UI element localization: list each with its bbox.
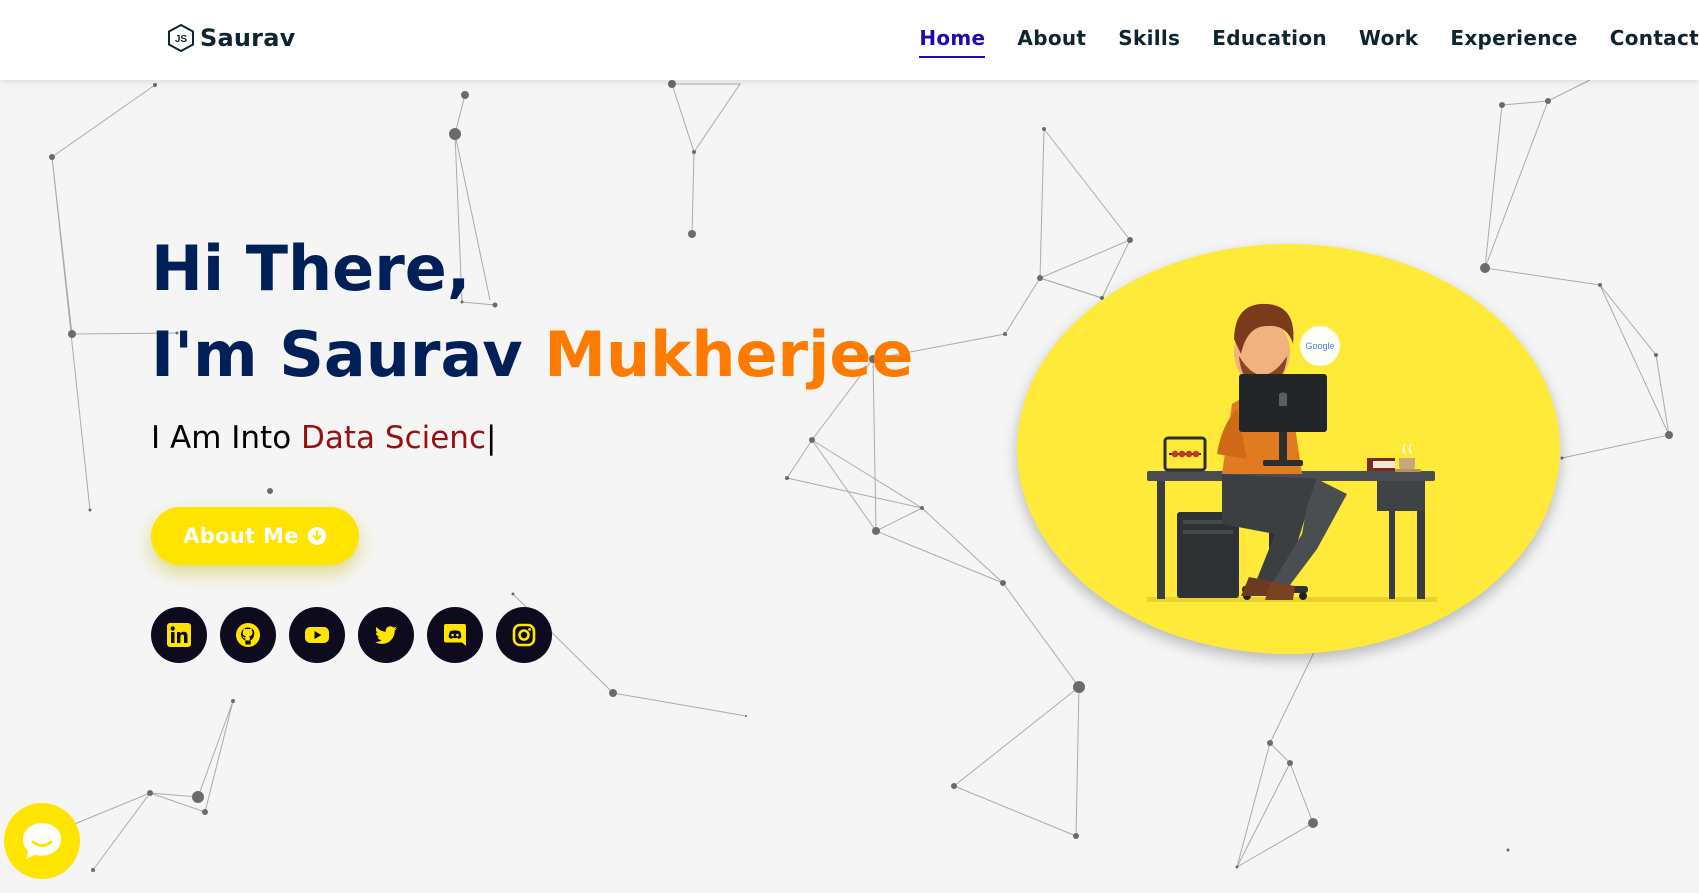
instagram-icon (512, 623, 536, 647)
brand-name: Saurav (200, 24, 296, 52)
typed-role-text: I Am Into Data Scienc| (151, 420, 913, 456)
youtube-icon (305, 627, 329, 643)
typing-cursor: | (486, 420, 497, 456)
nav-link-about[interactable]: About (1017, 26, 1086, 58)
chat-bubble-icon (23, 823, 61, 859)
nav-link-experience[interactable]: Experience (1450, 26, 1577, 58)
typed-value: Data Scienc (301, 420, 487, 456)
typed-prefix: I Am Into (151, 420, 302, 456)
hero-name: I'm Saurav Mukherjee (151, 324, 913, 386)
brand-logo[interactable]: JS Saurav (168, 24, 295, 52)
about-me-button-label: About Me (183, 524, 299, 548)
github-link[interactable] (220, 607, 276, 663)
nav-link-contact[interactable]: Contact (1610, 26, 1699, 58)
social-links (151, 607, 552, 663)
hero-greeting: Hi There, (151, 232, 471, 305)
navbar: JS Saurav Home About Skills Education Wo… (0, 0, 1699, 80)
nodejs-hexagon-icon: JS (168, 24, 194, 52)
hero-first-name: I'm Saurav (151, 318, 545, 391)
hero-illustration: Google (1017, 244, 1560, 654)
nav-link-education[interactable]: Education (1212, 26, 1327, 58)
chat-widget-button[interactable] (4, 803, 80, 879)
developer-at-desk-illustration: Google (1147, 303, 1437, 602)
linkedin-icon (167, 623, 191, 647)
hero-section: Hi There, I'm Saurav Mukherjee I Am Into… (151, 232, 913, 457)
twitter-icon (375, 626, 397, 644)
instagram-link[interactable] (496, 607, 552, 663)
discord-link[interactable] (427, 607, 483, 663)
about-me-button[interactable]: About Me (151, 507, 359, 565)
github-icon (236, 623, 260, 647)
twitter-link[interactable] (358, 607, 414, 663)
google-bubble-text: Google (1305, 341, 1334, 351)
nav-link-work[interactable]: Work (1359, 26, 1418, 58)
main-navigation: Home About Skills Education Work Experie… (919, 26, 1699, 58)
hero-surname: Mukherjee (544, 318, 914, 391)
arrow-circle-down-icon (307, 527, 326, 545)
discord-icon (444, 624, 466, 646)
svg-text:JS: JS (175, 34, 188, 45)
linkedin-link[interactable] (151, 607, 207, 663)
nav-link-skills[interactable]: Skills (1118, 26, 1180, 58)
youtube-link[interactable] (289, 607, 345, 663)
nav-link-home[interactable]: Home (919, 26, 986, 58)
